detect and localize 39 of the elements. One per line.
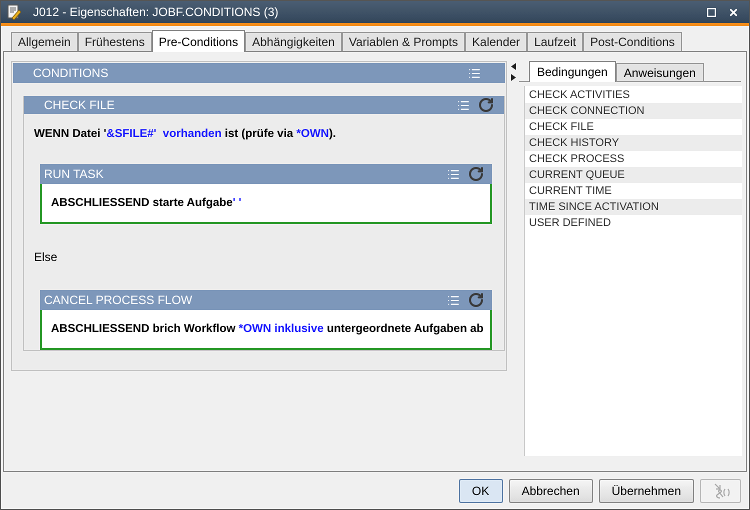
list-item[interactable]: TIME SINCE ACTIVATION [525, 199, 742, 215]
tab[interactable]: Laufzeit [527, 32, 584, 51]
refresh-icon[interactable] [468, 292, 484, 308]
dialog-button[interactable]: Abbrechen [508, 479, 593, 503]
list-icon[interactable] [457, 98, 470, 112]
tab[interactable]: Kalender [465, 32, 528, 51]
dialog-button[interactable]: Übernehmen [598, 479, 694, 503]
expand-arrow-icon[interactable] [510, 74, 516, 81]
tab[interactable]: Frühestens [78, 32, 152, 51]
refresh-icon[interactable] [468, 166, 484, 182]
list-item[interactable]: CHECK HISTORY [525, 135, 742, 151]
collapse-arrow-icon[interactable] [510, 63, 516, 70]
list-item[interactable]: CHECK CONNECTION [525, 103, 742, 119]
list-item[interactable]: CURRENT QUEUE [525, 167, 742, 183]
block-title: CHECK FILE [44, 97, 116, 114]
side-tab[interactable]: Bedingungen [529, 61, 616, 82]
document-pencil-icon [7, 4, 21, 20]
else-label: Else [34, 249, 58, 266]
tab[interactable]: Variablen & Prompts [342, 32, 466, 51]
conditions-title: CONDITIONS [33, 65, 110, 82]
tab[interactable]: Abhängigkeiten [245, 32, 342, 51]
ampersand-arrow-icon [712, 482, 730, 500]
list-icon[interactable] [447, 294, 460, 307]
action-text: ABSCHLIESSEND starte Aufgabe' ' [51, 196, 242, 211]
tab[interactable]: Pre-Conditions [152, 30, 246, 52]
tab[interactable]: Allgemein [11, 32, 78, 51]
refresh-icon[interactable] [478, 97, 494, 113]
maximize-icon[interactable] [707, 8, 716, 16]
tab[interactable]: Post-Conditions [583, 32, 682, 51]
dialog-button[interactable]: OK [458, 479, 503, 503]
list-icon[interactable] [468, 66, 481, 80]
block-title: CANCEL PROCESS FLOW [44, 292, 194, 310]
action-text: ABSCHLIESSEND brich Workflow *OWN inklusive untergeordnete Aufgaben ab [51, 322, 484, 337]
window-title: J012 - Eigenschaften: JOBF.CONDITIONS (3) [33, 4, 280, 21]
list-icon[interactable] [447, 168, 460, 181]
condition-text: WENN Datei '&SFILE#' vorhanden ist (prüfe via *OWN). [34, 127, 337, 142]
block-title: RUN TASK [44, 166, 105, 184]
side-tab[interactable]: Anweisungen [616, 63, 704, 81]
close-icon[interactable] [728, 6, 739, 18]
